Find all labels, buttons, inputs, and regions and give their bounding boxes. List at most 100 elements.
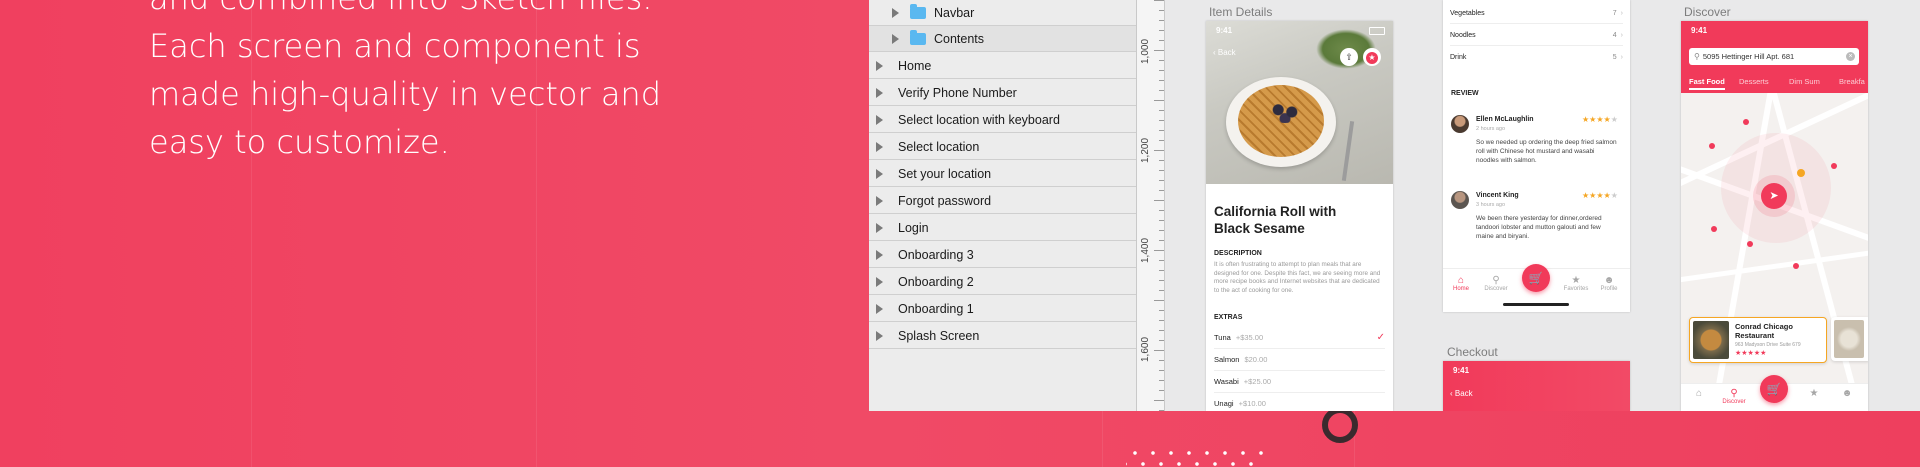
layer-row-splash-screen[interactable]: Splash Screen	[869, 323, 1136, 349]
disclosure-triangle-icon[interactable]	[876, 60, 883, 71]
ruler-tick	[1159, 170, 1164, 171]
layer-row-select-location[interactable]: Select location	[869, 134, 1136, 160]
cart-button[interactable]: 🛒	[1760, 375, 1788, 403]
extra-option-row[interactable]: Wasabi +$25.00	[1214, 370, 1385, 393]
tab-favorites[interactable]: ★ Favorites	[1561, 275, 1591, 292]
ruler-tick	[1159, 320, 1164, 321]
disclosure-triangle-icon[interactable]	[892, 33, 899, 44]
tab-profile[interactable]: ☻	[1832, 388, 1862, 399]
disclosure-triangle-icon[interactable]	[876, 222, 883, 233]
map-marker[interactable]	[1793, 263, 1799, 269]
ruler-tick	[1159, 210, 1164, 211]
map-marker[interactable]	[1831, 163, 1837, 169]
artboard-restaurant-details[interactable]: Vegetables 7 › Noodles 4 › Drink 5 › REV…	[1443, 0, 1630, 312]
back-label: Back	[1217, 48, 1236, 57]
back-button[interactable]: ‹ Back	[1450, 389, 1473, 398]
extra-option-row[interactable]: Unagi +$10.00	[1214, 392, 1385, 411]
disclosure-triangle-icon[interactable]	[876, 195, 883, 206]
restaurant-card-next[interactable]	[1831, 317, 1868, 361]
tab-label: Discover	[1484, 286, 1508, 292]
layer-row-verify-phone[interactable]: Verify Phone Number	[869, 80, 1136, 106]
disclosure-triangle-icon[interactable]	[876, 141, 883, 152]
favorite-button[interactable]: ★	[1363, 48, 1381, 66]
map-marker[interactable]	[1747, 241, 1753, 247]
current-location-button[interactable]: ➤	[1761, 183, 1787, 209]
layer-row-onboarding-2[interactable]: Onboarding 2	[869, 269, 1136, 295]
map-marker[interactable]	[1743, 119, 1749, 125]
artboard-label-discover[interactable]: Discover	[1684, 5, 1731, 19]
tab-home[interactable]: ⌂ Home	[1446, 275, 1476, 292]
ruler-tick	[1159, 330, 1164, 331]
artboard-label-item-details[interactable]: Item Details	[1209, 5, 1272, 19]
status-time: 9:41	[1453, 365, 1470, 375]
restaurant-name-line: Restaurant	[1735, 331, 1775, 340]
address-search-field[interactable]: ⚲ 5095 Hettinger Hill Apt. 681 ×	[1689, 48, 1859, 65]
ruler-tick	[1159, 270, 1164, 271]
category-tab-dim-sum[interactable]: Dim Sum	[1789, 77, 1820, 86]
layer-row-select-location-keyboard[interactable]: Select location with keyboard	[869, 107, 1136, 133]
back-button[interactable]: ‹ Back	[1213, 48, 1236, 57]
ruler-tick	[1159, 90, 1164, 91]
tab-home[interactable]: ⌂	[1684, 388, 1714, 399]
location-pin-icon: ⚲	[1730, 388, 1738, 399]
artboard-discover[interactable]: 9:41 ⚲ 5095 Hettinger Hill Apt. 681 × Fa…	[1681, 21, 1868, 411]
disclosure-triangle-icon[interactable]	[876, 276, 883, 287]
category-row[interactable]: Drink 5 ›	[1450, 48, 1623, 67]
disclosure-triangle-icon[interactable]	[876, 168, 883, 179]
disclosure-triangle-icon[interactable]	[876, 330, 883, 341]
layers-panel: Navbar Contents Home Verify Phone Number…	[869, 0, 1136, 411]
category-tab-desserts[interactable]: Desserts	[1739, 77, 1769, 86]
artboard-label-checkout[interactable]: Checkout	[1447, 345, 1498, 359]
ruler-tick	[1159, 370, 1164, 371]
ruler-tick	[1159, 410, 1164, 411]
artboard-item-details[interactable]: 9:41 ‹ Back ⇧ ★ California Roll with Bla…	[1206, 21, 1393, 411]
tab-discover[interactable]: ⚲ Discover	[1481, 275, 1511, 292]
restaurant-address: 963 Madyson Drive Suite 679	[1735, 342, 1801, 348]
map-marker-featured[interactable]	[1797, 169, 1805, 177]
map-marker[interactable]	[1711, 226, 1717, 232]
tab-discover[interactable]: ⚲ Discover	[1719, 388, 1749, 405]
layer-row-forgot-password[interactable]: Forgot password	[869, 188, 1136, 214]
layer-row-set-location[interactable]: Set your location	[869, 161, 1136, 187]
cart-button[interactable]: 🛒	[1522, 264, 1550, 292]
tab-label: Desserts	[1739, 77, 1769, 86]
item-title-line: Black Sesame	[1214, 221, 1305, 236]
category-name: Drink	[1450, 54, 1467, 61]
artboard-checkout[interactable]: 9:41 ‹ Back	[1443, 361, 1630, 411]
disclosure-triangle-icon[interactable]	[876, 303, 883, 314]
restaurant-card[interactable]: Conrad Chicago Restaurant 963 Madyson Dr…	[1689, 317, 1827, 363]
location-pin-icon: ⚲	[1694, 52, 1700, 61]
extra-option-row[interactable]: Salmon $20.00	[1214, 348, 1385, 371]
extra-option-row[interactable]: Tuna +$35.00 ✓	[1214, 326, 1385, 349]
decor-ring	[1322, 407, 1358, 443]
map-marker[interactable]	[1709, 143, 1715, 149]
home-indicator	[1503, 303, 1569, 306]
chevron-right-icon: ›	[1620, 54, 1623, 61]
disclosure-triangle-icon[interactable]	[876, 249, 883, 260]
ruler-tick	[1159, 20, 1164, 21]
layer-row-onboarding-1[interactable]: Onboarding 1	[869, 296, 1136, 322]
ruler-tick	[1154, 50, 1164, 51]
tab-bar: ⌂ ⚲ Discover 🛒 ★ ☻	[1681, 375, 1868, 411]
item-title-line: California Roll with	[1214, 204, 1337, 219]
layer-row-contents[interactable]: Contents	[869, 26, 1136, 52]
check-icon: ✓	[1376, 331, 1385, 343]
ruler-tick	[1159, 70, 1164, 71]
disclosure-triangle-icon[interactable]	[876, 114, 883, 125]
layer-row-onboarding-3[interactable]: Onboarding 3	[869, 242, 1136, 268]
category-row[interactable]: Noodles 4 ›	[1450, 26, 1623, 46]
layer-row-navbar[interactable]: Navbar	[869, 0, 1136, 26]
category-tab-fast-food[interactable]: Fast Food	[1689, 77, 1725, 90]
tab-favorites[interactable]: ★	[1799, 388, 1829, 399]
share-button[interactable]: ⇧	[1340, 48, 1358, 66]
tab-profile[interactable]: ☻ Profile	[1594, 275, 1624, 292]
layer-label: Onboarding 1	[898, 301, 974, 316]
category-tab-breakfast[interactable]: Breakfa	[1839, 77, 1865, 86]
layer-row-login[interactable]: Login	[869, 215, 1136, 241]
layer-row-home[interactable]: Home	[869, 53, 1136, 79]
tab-label: Fast Food	[1689, 77, 1725, 86]
clear-icon[interactable]: ×	[1846, 52, 1855, 61]
category-row[interactable]: Vegetables 7 ›	[1450, 4, 1623, 24]
disclosure-triangle-icon[interactable]	[876, 87, 883, 98]
disclosure-triangle-icon[interactable]	[892, 7, 899, 18]
